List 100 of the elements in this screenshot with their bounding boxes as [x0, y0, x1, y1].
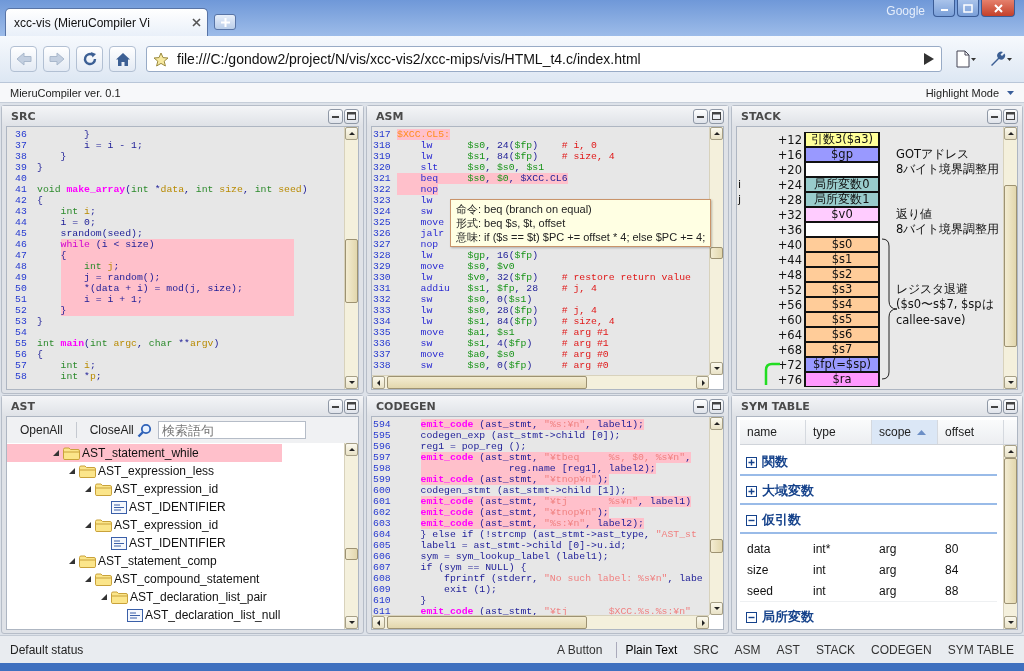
line-number: 50 [15, 283, 28, 294]
panel-switch-button[interactable]: CODEGEN [865, 640, 938, 659]
vertical-scrollbar[interactable] [1003, 127, 1017, 389]
expanded-triangle-icon[interactable] [85, 576, 91, 582]
expanded-triangle-icon[interactable] [69, 558, 75, 564]
table-cell-text: arg [878, 583, 898, 598]
close-icon[interactable] [192, 18, 201, 27]
tree-node[interactable]: AST_expression_id [7, 480, 282, 498]
brand-text: Google [886, 4, 925, 18]
stack-cell: $fp(=$sp) [804, 357, 880, 372]
column-header[interactable]: name [740, 420, 806, 444]
minimize-button[interactable] [693, 398, 708, 414]
panel-switch-button[interactable]: AST [770, 640, 806, 659]
search-icon[interactable] [136, 422, 152, 438]
tab-title: xcc-vis (MieruCompiler Vi [14, 15, 151, 30]
code-line: slt $s0, $s0, $s1 [419, 162, 544, 173]
minimize-button[interactable] [693, 108, 708, 124]
maximize-button[interactable] [1003, 398, 1018, 414]
stack-note: レジスタ退避 [895, 282, 969, 297]
line-number: 317 [373, 129, 392, 140]
panel-switch-button[interactable]: ASM [728, 640, 767, 659]
maximize-button[interactable] [344, 108, 359, 124]
vertical-scrollbar[interactable] [709, 417, 723, 615]
offset-label: +52 [777, 282, 803, 297]
expanded-triangle-icon[interactable] [85, 486, 91, 492]
maximize-button[interactable] [709, 108, 724, 124]
tree-node[interactable]: AST_statement_while [7, 444, 282, 462]
collapse-icon[interactable] [746, 612, 757, 623]
tree-node[interactable]: AST_declaration_list_pair [7, 588, 282, 606]
maximize-button[interactable] [344, 398, 359, 414]
minimize-button[interactable] [987, 398, 1002, 414]
tree-node[interactable]: AST_statement_comp [7, 552, 282, 570]
open-all-button[interactable]: OpenAll [17, 421, 66, 439]
tree-node[interactable]: AST_declaration_list_null [7, 606, 282, 624]
minimize-button[interactable] [933, 0, 955, 17]
line-number: 327 [373, 239, 392, 250]
line-number: 37 [15, 140, 28, 151]
horizontal-scrollbar[interactable] [372, 375, 709, 389]
line-number: 336 [373, 338, 392, 349]
home-button[interactable] [109, 46, 136, 72]
code-line: lw $s1, 84($fp) # size, 4 [419, 151, 615, 162]
column-header[interactable]: offset [938, 420, 1004, 444]
minimize-button[interactable] [328, 398, 343, 414]
search-field[interactable]: 検索語句 [157, 421, 306, 439]
tree-node[interactable]: AST_compound_statement [7, 570, 282, 588]
status-button[interactable]: A Button [551, 640, 609, 659]
line-number: 606 [373, 551, 392, 562]
group-header[interactable]: 関数 [740, 451, 997, 476]
go-icon[interactable] [923, 52, 935, 66]
maximize-button[interactable] [1003, 108, 1018, 124]
code-line: int *p; [59, 371, 102, 382]
code-line: sw $s0, 0($s1) [419, 294, 533, 305]
vertical-scrollbar[interactable] [1003, 445, 1017, 629]
tree-node[interactable]: AST_expression_id [7, 516, 282, 534]
stack-note: callee-save) [895, 312, 967, 327]
line-number: 329 [373, 261, 392, 272]
panel-switch-button[interactable]: SRC [687, 640, 725, 659]
group-header[interactable]: 大域変数 [740, 480, 997, 505]
expanded-triangle-icon[interactable] [101, 594, 107, 600]
maximize-button[interactable] [957, 0, 979, 17]
code-line: codegen_exp (ast_stmt->child [0]); [419, 430, 621, 441]
group-header[interactable]: 局所変数 [740, 606, 997, 629]
horizontal-scrollbar[interactable] [372, 615, 709, 629]
minimize-icon [991, 114, 998, 118]
address-bar[interactable]: file:///C:/gondow2/project/N/vis/xcc-vis2/xcc-mips/vis/HTML_t4.c/index.html [146, 46, 942, 72]
browser-tab[interactable]: xcc-vis (MieruCompiler Vi [5, 8, 208, 36]
line-number: 607 [373, 562, 392, 573]
line-number: 324 [373, 206, 392, 217]
line-number: 56 [15, 349, 28, 360]
vertical-scrollbar[interactable] [344, 127, 358, 389]
expand-icon[interactable] [746, 486, 757, 497]
panel-switch-button[interactable]: SYM TABLE [941, 640, 1020, 659]
line-number: 333 [373, 305, 392, 316]
expanded-triangle-icon[interactable] [85, 522, 91, 528]
tree-node[interactable]: AST_IDENTIFIER [7, 498, 282, 516]
expanded-triangle-icon[interactable] [53, 450, 59, 456]
highlight-mode-menu[interactable]: Highlight Mode [925, 86, 1014, 99]
new-tab-button[interactable] [214, 14, 236, 30]
tree-node[interactable]: AST_IDENTIFIER [7, 534, 282, 552]
reload-button[interactable] [76, 46, 103, 72]
line-number: 47 [15, 250, 28, 261]
vertical-scrollbar[interactable] [344, 443, 358, 629]
line-number: 55 [15, 338, 28, 349]
star-icon[interactable] [153, 51, 169, 67]
vertical-scrollbar[interactable] [709, 127, 723, 375]
collapse-icon[interactable] [746, 515, 757, 526]
close-button[interactable] [981, 0, 1015, 17]
maximize-button[interactable] [709, 398, 724, 414]
panel-switch-button[interactable]: STACK [809, 640, 862, 659]
expanded-triangle-icon[interactable] [69, 468, 75, 474]
minimize-button[interactable] [328, 108, 343, 124]
group-header[interactable]: 仮引数 [740, 509, 997, 534]
line-number: 596 [373, 441, 392, 452]
close-all-button[interactable]: CloseAll [86, 421, 137, 439]
line-number: 320 [373, 162, 392, 173]
minimize-button[interactable] [987, 108, 1002, 124]
expand-icon[interactable] [746, 457, 757, 468]
tree-node[interactable]: AST_expression_less [7, 462, 282, 480]
column-header[interactable]: scope [872, 420, 938, 444]
tooltip-text: 命令: beq (branch on equal) [456, 202, 593, 216]
